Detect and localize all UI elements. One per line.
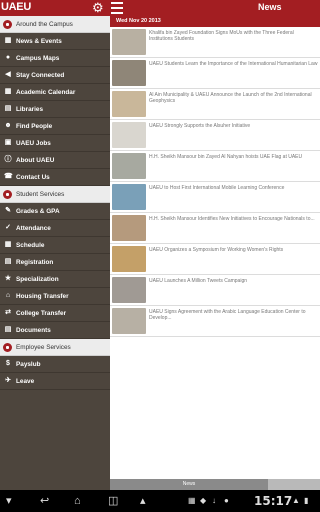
- news-thumbnail: [112, 215, 146, 241]
- news-thumbnail: [112, 308, 146, 334]
- sidebar-item-find-people[interactable]: ☻ Find People: [0, 118, 110, 135]
- date-header: Wed Nov 20 2013: [110, 16, 320, 27]
- sidebar-item-leave[interactable]: ✈ Leave: [0, 373, 110, 390]
- info-icon: ⓘ: [4, 156, 12, 163]
- sidebar-item-housing-transfer[interactable]: ⌂ Housing Transfer: [0, 288, 110, 305]
- news-thumbnail: [112, 122, 146, 148]
- sidebar-item-payslub[interactable]: $ Payslub: [0, 356, 110, 373]
- sidebar-item-registration[interactable]: ▤ Registration: [0, 254, 110, 271]
- volume-up-icon[interactable]: ▴: [140, 494, 146, 508]
- sidebar-item-specialization[interactable]: ★ Specialization: [0, 271, 110, 288]
- news-item[interactable]: UAEU to Host First International Mobile …: [110, 182, 320, 213]
- sidebar-item-academic-calendar[interactable]: ▦ Academic Calendar: [0, 84, 110, 101]
- system-nav-bar: ▾ ↩ ⌂ ◫ ▴ ▦ ◆ ↓ ● 15:17 ▲ ▮: [0, 490, 320, 512]
- specialization-icon: ★: [4, 275, 12, 282]
- screenshot-icon: ▦: [188, 496, 196, 505]
- wifi-icon: ▲: [292, 496, 300, 505]
- documents-icon: ▤: [4, 326, 12, 333]
- sidebar-item-documents[interactable]: ▤ Documents: [0, 322, 110, 339]
- payslip-icon: $: [6, 360, 10, 367]
- sidebar-section-employee-services[interactable]: Employee Services: [0, 339, 110, 356]
- news-thumbnail: [112, 60, 146, 86]
- news-item[interactable]: UAEU Signs Agreement with the Arabic Lan…: [110, 306, 320, 337]
- sidebar-item-campus-maps[interactable]: ● Campus Maps: [0, 50, 110, 67]
- lock-icon: [3, 20, 12, 29]
- news-thumbnail: [112, 246, 146, 272]
- clock: 15:17: [254, 494, 293, 508]
- calendar-icon: ▦: [4, 88, 12, 95]
- housing-icon: ⌂: [5, 292, 11, 299]
- notification-icon: ●: [224, 496, 229, 505]
- leave-icon: ✈: [5, 377, 11, 384]
- gear-icon[interactable]: ⚙: [92, 0, 104, 16]
- grades-icon: ✎: [5, 207, 11, 214]
- connect-icon: ◀: [5, 71, 11, 78]
- sidebar-item-about-uaeu[interactable]: ⓘ About UAEU: [0, 152, 110, 169]
- news-thumbnail: [112, 91, 146, 117]
- usb-icon: ◆: [200, 496, 207, 505]
- library-icon: ▤: [4, 105, 12, 112]
- news-item[interactable]: Al Ain Municipality & UAEU Announce the …: [110, 89, 320, 120]
- news-headline: H.H. Sheikh Mansour Identifies New Initi…: [149, 216, 315, 222]
- news-headline: UAEU Strongly Supports the Alsuher Initi…: [149, 123, 251, 129]
- app-logo: UAEU: [1, 1, 31, 13]
- sidebar-item-uaeu-jobs[interactable]: ▣ UAEU Jobs: [0, 135, 110, 152]
- news-item[interactable]: H.H. Sheikh Mansour Identifies New Initi…: [110, 213, 320, 244]
- news-headline: H.H. Sheikh Mansour bin Zayed Al Nahyan …: [149, 154, 303, 160]
- registration-icon: ▤: [4, 258, 12, 265]
- lock-icon: [3, 190, 12, 199]
- attendance-icon: ✓: [5, 224, 11, 231]
- download-icon: ↓: [212, 496, 216, 505]
- news-item[interactable]: UAEU Students Learn the Importance of th…: [110, 58, 320, 89]
- news-headline: UAEU Signs Agreement with the Arabic Lan…: [149, 309, 306, 321]
- back-icon[interactable]: ↩: [40, 494, 49, 508]
- news-headline: UAEU to Host First International Mobile …: [149, 185, 285, 191]
- sidebar-item-grades-gpa[interactable]: ✎ Grades & GPA: [0, 203, 110, 220]
- news-thumbnail: [112, 29, 146, 55]
- schedule-icon: ▦: [4, 241, 12, 248]
- battery-icon: ▮: [304, 496, 309, 505]
- sidebar-item-college-transfer[interactable]: ⇄ College Transfer: [0, 305, 110, 322]
- top-bar: UAEU ⚙ News: [0, 0, 320, 16]
- date-label: Wed Nov 20 2013: [116, 18, 161, 24]
- news-item[interactable]: UAEU Launches A Million Tweets Campaign: [110, 275, 320, 306]
- sidebar: Around the Campus ▦ News & Events ● Campus…: [0, 16, 110, 490]
- bottom-tab-bar: News: [110, 479, 320, 490]
- lock-icon: [3, 343, 12, 352]
- sidebar-item-contact-us[interactable]: ☎ Contact Us: [0, 169, 110, 186]
- sidebar-item-attendance[interactable]: ✓ Attendance: [0, 220, 110, 237]
- sidebar-item-libraries[interactable]: ▤ Libraries: [0, 101, 110, 118]
- sidebar-section-around-campus[interactable]: Around the Campus: [0, 16, 110, 33]
- sidebar-section-student-services[interactable]: Student Services: [0, 186, 110, 203]
- news-headline: Khalifa bin Zayed Foundation Signs MoUs …: [149, 30, 294, 42]
- page-title: News: [258, 2, 282, 12]
- news-headline: UAEU Launches A Million Tweets Campaign: [149, 278, 248, 284]
- news-thumbnail: [112, 184, 146, 210]
- tab-news[interactable]: News: [110, 479, 268, 490]
- recent-apps-icon[interactable]: ◫: [108, 494, 118, 508]
- people-icon: ☻: [4, 122, 12, 129]
- news-item[interactable]: UAEU Strongly Supports the Alsuher Initi…: [110, 120, 320, 151]
- sidebar-item-news-events[interactable]: ▦ News & Events: [0, 33, 110, 50]
- contact-icon: ☎: [4, 173, 13, 180]
- news-icon: ▦: [4, 37, 12, 44]
- transfer-icon: ⇄: [5, 309, 11, 316]
- news-item[interactable]: H.H. Sheikh Mansour bin Zayed Al Nahyan …: [110, 151, 320, 182]
- news-headline: UAEU Organizes a Symposium for Working W…: [149, 247, 284, 253]
- sidebar-item-schedule[interactable]: ▦ Schedule: [0, 237, 110, 254]
- news-thumbnail: [112, 153, 146, 179]
- news-headline: UAEU Students Learn the Importance of th…: [149, 61, 318, 67]
- briefcase-icon: ▣: [4, 139, 12, 146]
- volume-down-icon[interactable]: ▾: [6, 494, 12, 508]
- home-icon[interactable]: ⌂: [74, 494, 81, 508]
- news-item[interactable]: Khalifa bin Zayed Foundation Signs MoUs …: [110, 27, 320, 58]
- news-headline: Al Ain Municipality & UAEU Announce the …: [149, 92, 312, 104]
- map-pin-icon: ●: [5, 54, 11, 61]
- news-thumbnail: [112, 277, 146, 303]
- menu-icon[interactable]: [111, 2, 123, 14]
- news-item[interactable]: UAEU Organizes a Symposium for Working W…: [110, 244, 320, 275]
- sidebar-item-stay-connected[interactable]: ◀ Stay Connected: [0, 67, 110, 84]
